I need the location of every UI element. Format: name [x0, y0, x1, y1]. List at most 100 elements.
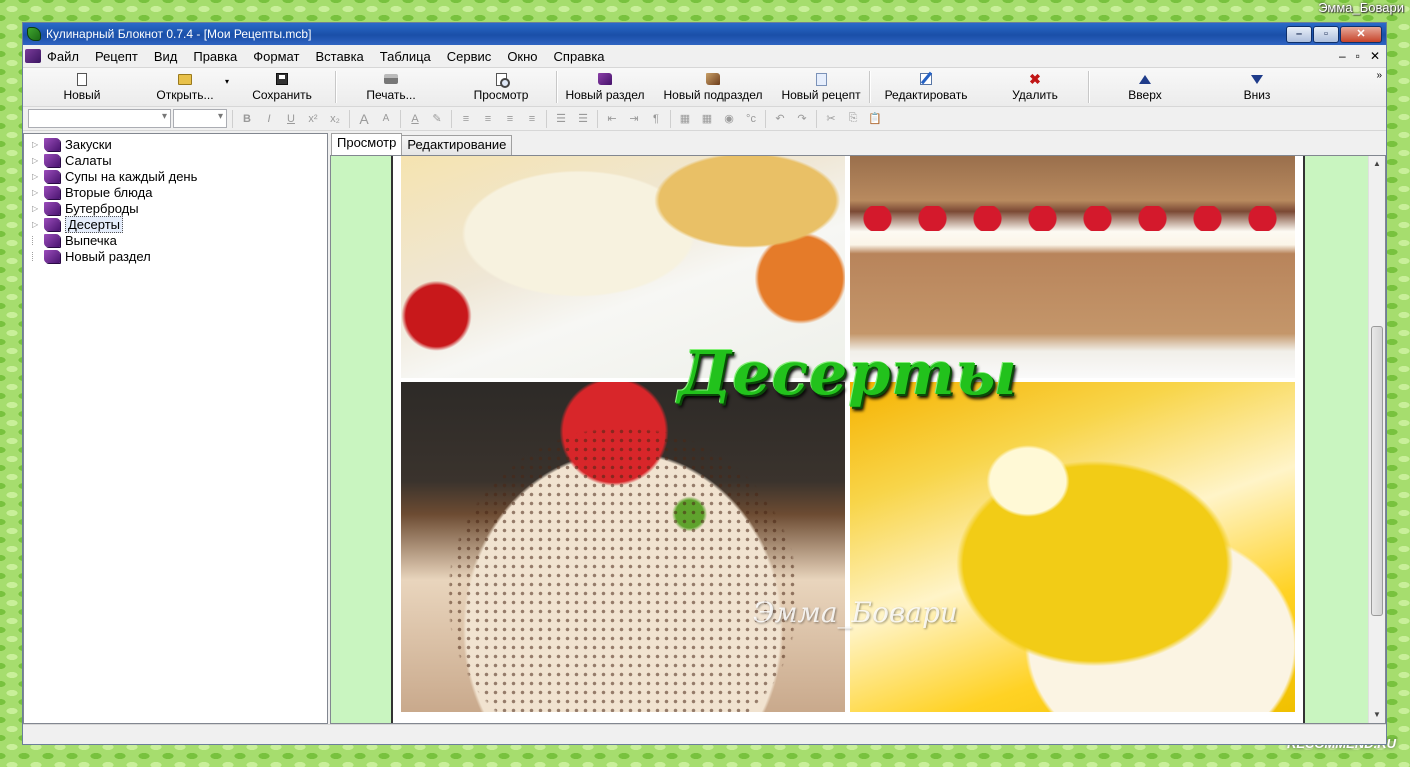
insert-symbol-icon[interactable]: ◉: [718, 112, 740, 125]
move-up-label: Вверх: [1128, 88, 1162, 102]
insert-table-icon[interactable]: ▦: [696, 112, 718, 125]
tree-item-salads[interactable]: ▷ Салаты: [24, 152, 327, 168]
document-viewer[interactable]: Десерты Эмма_Бовари ▲ ▼: [330, 155, 1386, 724]
new-subsection-label: Новый подраздел: [663, 88, 763, 102]
tree-connector: [32, 251, 44, 261]
numbered-list-icon[interactable]: ☰: [572, 112, 594, 125]
cut-icon[interactable]: ✂: [820, 112, 842, 125]
menu-insert[interactable]: Вставка: [315, 49, 371, 64]
menu-help[interactable]: Справка: [554, 49, 613, 64]
preview-button-label: Просмотр: [473, 88, 529, 102]
tab-edit[interactable]: Редактирование: [401, 135, 513, 155]
expand-arrow-icon[interactable]: ▷: [32, 172, 44, 181]
format-separator: [765, 109, 766, 128]
font-size-select[interactable]: [173, 109, 227, 128]
arrow-up-icon: [1139, 74, 1152, 84]
font-family-select[interactable]: [28, 109, 171, 128]
close-button[interactable]: ✕: [1340, 25, 1382, 43]
scroll-down-icon[interactable]: ▼: [1369, 707, 1385, 723]
mdi-close-button[interactable]: ✕: [1370, 49, 1380, 63]
expand-arrow-icon[interactable]: ▷: [32, 204, 44, 213]
open-button[interactable]: Открыть...: [141, 69, 229, 105]
section-tree[interactable]: ▷ Закуски ▷ Салаты ▷ Супы на каждый день…: [23, 133, 328, 724]
menu-table[interactable]: Таблица: [380, 49, 439, 64]
move-down-button[interactable]: Вниз: [1201, 69, 1313, 105]
new-button-label: Новый: [63, 88, 101, 102]
tree-item-baking[interactable]: Выпечка: [24, 232, 327, 248]
outdent-icon[interactable]: ⇤: [601, 112, 623, 125]
expand-arrow-icon[interactable]: ▷: [32, 156, 44, 165]
font-color-icon[interactable]: A: [404, 113, 426, 125]
bullet-list-icon[interactable]: ☰: [550, 112, 572, 125]
insert-image-icon[interactable]: ▦: [674, 112, 696, 125]
italic-icon[interactable]: I: [258, 113, 280, 125]
tree-item-main-dishes[interactable]: ▷ Вторые блюда: [24, 184, 327, 200]
tree-item-appetizers[interactable]: ▷ Закуски: [24, 136, 327, 152]
move-down-label: Вниз: [1243, 88, 1271, 102]
tree-item-sandwiches[interactable]: ▷ Бутерброды: [24, 200, 327, 216]
highlight-icon[interactable]: ✎: [426, 112, 448, 125]
expand-arrow-icon[interactable]: ▷: [32, 140, 44, 149]
paste-icon[interactable]: 📋: [864, 112, 886, 125]
menu-view[interactable]: Вид: [154, 49, 186, 64]
title-bar[interactable]: Кулинарный Блокнот 0.7.4 - [Мои Рецепты.…: [23, 23, 1386, 45]
save-button-label: Сохранить: [252, 88, 312, 102]
redo-icon[interactable]: ↷: [791, 112, 813, 125]
subscript-icon[interactable]: x₂: [324, 113, 346, 125]
expand-arrow-icon[interactable]: ▷: [32, 220, 44, 229]
tree-item-new-section[interactable]: Новый раздел: [24, 248, 327, 264]
maximize-button[interactable]: ▫: [1313, 25, 1339, 43]
grow-font-icon[interactable]: A: [353, 111, 375, 127]
menu-file[interactable]: Файл: [47, 49, 87, 64]
format-separator: [597, 109, 598, 128]
expand-arrow-icon[interactable]: ▷: [32, 188, 44, 197]
superscript-icon[interactable]: x²: [302, 113, 324, 125]
delete-button[interactable]: ✖ Удалить: [982, 69, 1088, 105]
mdi-minimize-button[interactable]: –: [1339, 49, 1346, 63]
open-button-label: Открыть...: [156, 88, 214, 102]
edit-button[interactable]: Редактировать: [870, 69, 982, 105]
new-section-button[interactable]: Новый раздел: [557, 69, 653, 105]
toolbar-overflow-icon[interactable]: »: [1376, 70, 1382, 81]
app-window: Кулинарный Блокнот 0.7.4 - [Мои Рецепты.…: [22, 22, 1387, 745]
move-up-button[interactable]: Вверх: [1089, 69, 1201, 105]
save-button[interactable]: Сохранить: [229, 69, 335, 105]
document-pane: Просмотр Редактирование Десерты Эмма_Бов…: [330, 133, 1386, 724]
menu-recipe[interactable]: Рецепт: [95, 49, 146, 64]
menu-window[interactable]: Окно: [507, 49, 545, 64]
paragraph-icon[interactable]: ¶: [645, 113, 667, 125]
scrollbar-thumb[interactable]: [1371, 326, 1383, 616]
mdi-restore-button[interactable]: ▫: [1356, 49, 1360, 63]
new-recipe-button[interactable]: Новый рецепт: [773, 69, 869, 105]
menu-edit[interactable]: Правка: [193, 49, 245, 64]
underline-icon[interactable]: U: [280, 113, 302, 125]
bold-icon[interactable]: B: [236, 113, 258, 125]
vertical-scrollbar[interactable]: ▲ ▼: [1368, 156, 1385, 723]
align-left-icon[interactable]: ≡: [455, 113, 477, 125]
document-book-icon[interactable]: [25, 49, 41, 63]
copy-icon[interactable]: ⎘: [842, 112, 864, 125]
shrink-font-icon[interactable]: A: [375, 113, 397, 124]
align-center-icon[interactable]: ≡: [477, 113, 499, 125]
insert-degree-icon[interactable]: °c: [740, 113, 762, 125]
align-justify-icon[interactable]: ≡: [521, 113, 543, 125]
print-button[interactable]: Печать...: [336, 69, 446, 105]
delete-x-icon: ✖: [1029, 71, 1041, 87]
align-right-icon[interactable]: ≡: [499, 113, 521, 125]
format-separator: [816, 109, 817, 128]
tab-view[interactable]: Просмотр: [331, 133, 403, 155]
scroll-up-icon[interactable]: ▲: [1369, 156, 1385, 172]
save-disk-icon: [276, 73, 289, 85]
indent-icon[interactable]: ⇥: [623, 112, 645, 125]
new-button[interactable]: Новый: [23, 69, 141, 105]
menu-service[interactable]: Сервис: [447, 49, 500, 64]
undo-icon[interactable]: ↶: [769, 112, 791, 125]
format-separator: [451, 109, 452, 128]
minimize-button[interactable]: –: [1286, 25, 1312, 43]
tree-item-desserts[interactable]: ▷ Десерты: [24, 215, 327, 233]
preview-button[interactable]: Просмотр: [446, 69, 556, 105]
new-subsection-button[interactable]: Новый подраздел: [653, 69, 773, 105]
menu-format[interactable]: Формат: [253, 49, 307, 64]
tree-item-soups[interactable]: ▷ Супы на каждый день: [24, 168, 327, 184]
tree-item-label: Закуски: [65, 136, 112, 152]
